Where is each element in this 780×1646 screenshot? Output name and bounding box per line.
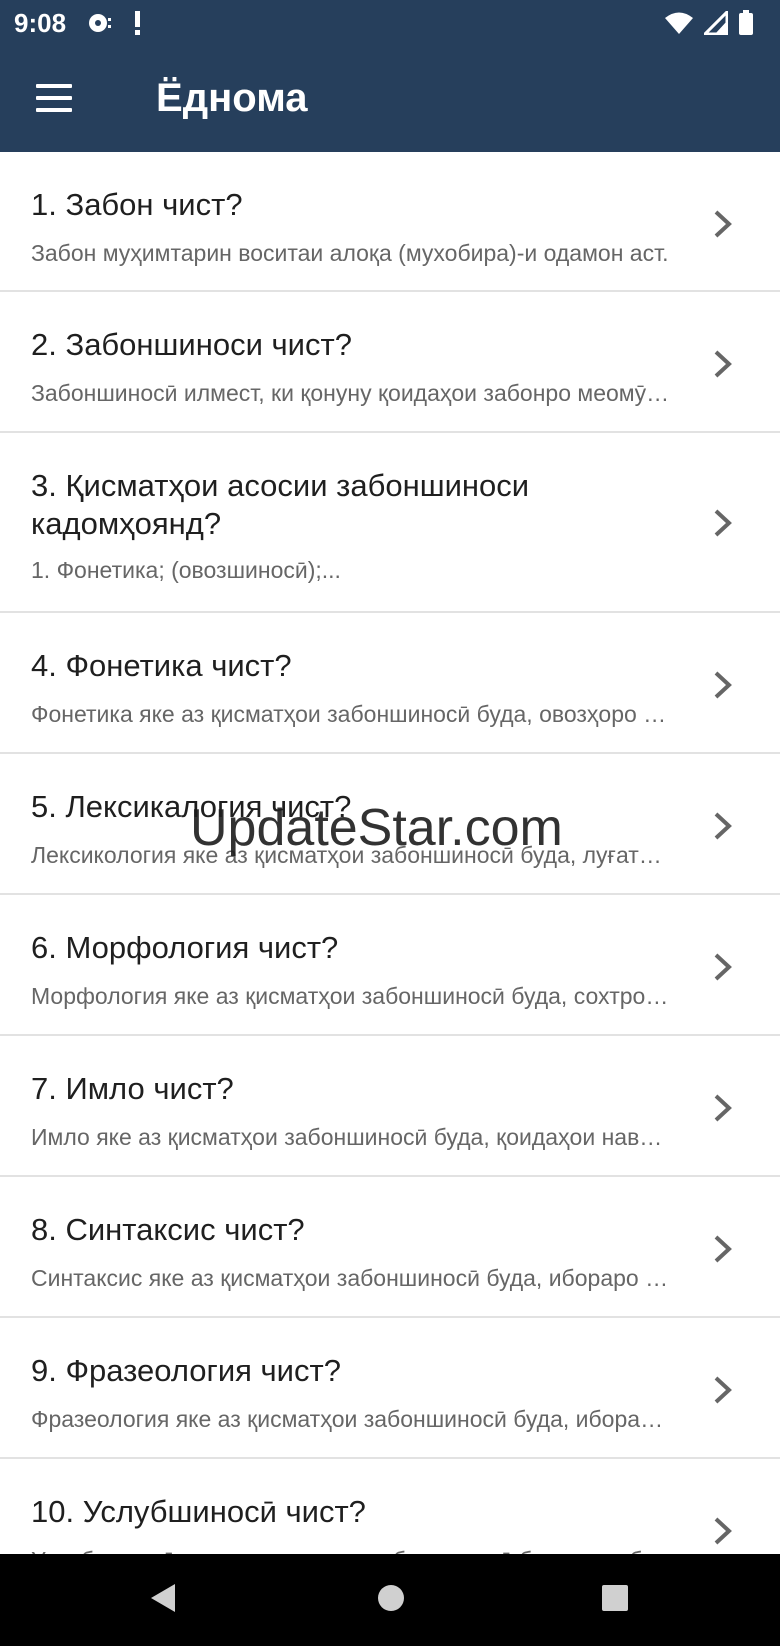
item-title: 1. Забон чист? — [31, 187, 243, 222]
list-item[interactable]: 3. Қисматҳои асосии забоншиноси кадомҳоя… — [0, 433, 780, 613]
list-item[interactable]: 5. Лексикалогия чист? Лексикология яке а… — [0, 754, 780, 895]
back-triangle-icon[interactable] — [148, 1582, 178, 1614]
list-item[interactable]: 2. Забоншиноси чист? Забоншиносӣ илмест,… — [0, 292, 780, 433]
item-subtitle: Забоншиносӣ илмест, ки қонуну қоидаҳои з… — [31, 380, 670, 406]
item-title: 2. Забоншиноси чист? — [31, 327, 352, 362]
list-item[interactable]: 6. Морфология чист? Морфология яке аз қи… — [0, 895, 780, 1036]
item-title: 9. Фразеология чист? — [31, 1353, 341, 1388]
item-title: 7. Имло чист? — [31, 1071, 234, 1106]
status-left-icons — [88, 10, 142, 36]
hamburger-menu-icon[interactable] — [36, 84, 72, 112]
item-subtitle: Забон муҳимтарин воситаи алоқа (мухобира… — [31, 240, 669, 266]
item-title: 10. Услубшиносӣ чист? — [31, 1494, 366, 1529]
item-subtitle: Услубшиносӣ яке аз қисматҳои забоншиносӣ… — [31, 1545, 670, 1554]
battery-icon — [739, 10, 753, 35]
item-subtitle: Имло яке аз қисматҳои забоншиносӣ буда, … — [31, 1124, 670, 1150]
chevron-right-icon — [714, 1376, 732, 1404]
item-title: 6. Морфология чист? — [31, 930, 339, 965]
list-item[interactable]: 1. Забон чист? Забон муҳимтарин воситаи … — [0, 152, 780, 292]
item-subtitle: Фонетика яке аз қисматҳои забоншиносӣ бу… — [31, 701, 670, 727]
chevron-right-icon — [714, 210, 732, 238]
system-nav-bar — [0, 1554, 780, 1646]
chevron-right-icon — [714, 953, 732, 981]
item-title: 4. Фонетика чист? — [31, 648, 292, 683]
item-title: 5. Лексикалогия чист? — [31, 789, 352, 824]
status-time: 9:08 — [14, 8, 67, 38]
list-item[interactable]: 10. Услубшиносӣ чист? Услубшиносӣ яке аз… — [0, 1459, 780, 1554]
chevron-right-icon — [714, 1235, 732, 1263]
chevron-right-icon — [714, 671, 732, 699]
list-item[interactable]: 4. Фонетика чист? Фонетика яке аз қисмат… — [0, 613, 780, 754]
chevron-right-icon — [714, 509, 732, 537]
question-list: 1. Забон чист? Забон муҳимтарин воситаи … — [0, 152, 780, 1554]
wifi-icon — [665, 12, 693, 34]
alert-icon — [135, 11, 140, 35]
chevron-right-icon — [714, 812, 732, 840]
page-title: Ёднома — [156, 76, 308, 120]
item-title: 3. Қисматҳои асосии забоншиноси кадомҳоя… — [31, 468, 530, 541]
list-item[interactable]: 8. Синтаксис чист? Синтаксис яке аз қисм… — [0, 1177, 780, 1318]
item-subtitle: Морфология яке аз қисматҳои забоншиносӣ … — [31, 983, 670, 1009]
chevron-right-icon — [714, 350, 732, 378]
item-subtitle: Лексикология яке аз қисматҳои забоншинос… — [31, 842, 670, 868]
item-title: 8. Синтаксис чист? — [31, 1212, 305, 1247]
app-bar: 9:08 Ёднома — [0, 0, 780, 152]
list-item[interactable]: 7. Имло чист? Имло яке аз қисматҳои забо… — [0, 1036, 780, 1177]
chevron-right-icon — [714, 1517, 732, 1545]
media-icon — [89, 14, 111, 32]
item-subtitle: Фразеология яке аз қисматҳои забоншиносӣ… — [31, 1406, 670, 1432]
chevron-right-icon — [714, 1094, 732, 1122]
item-subtitle: 1. Фонетика; (овозшиносӣ);... — [31, 557, 341, 583]
home-circle-icon[interactable] — [376, 1582, 406, 1614]
item-subtitle: Синтаксис яке аз қисматҳои забоншиносӣ б… — [31, 1265, 670, 1291]
list-item[interactable]: 9. Фразеология чист? Фразеология яке аз … — [0, 1318, 780, 1459]
signal-icon — [704, 11, 728, 35]
recents-square-icon[interactable] — [600, 1582, 630, 1614]
status-right-icons — [664, 10, 754, 36]
